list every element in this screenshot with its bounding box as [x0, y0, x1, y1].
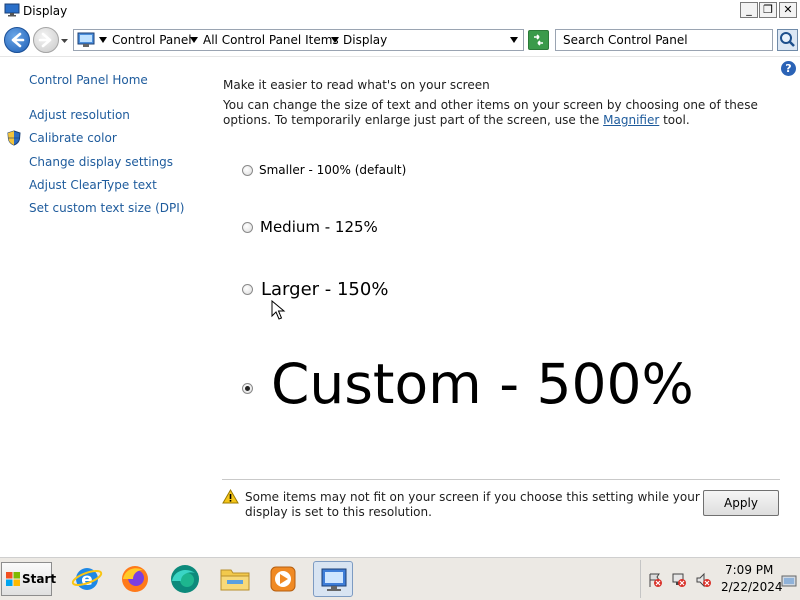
back-arrow-icon	[11, 32, 25, 48]
forward-button[interactable]	[33, 27, 59, 53]
search-input[interactable]	[556, 30, 772, 50]
option-label-larger[interactable]: Larger - 150%	[261, 279, 388, 300]
warning-icon	[222, 489, 239, 504]
page-description: You can change the size of text and othe…	[223, 98, 783, 128]
warning-message: Some items may not fit on your screen if…	[245, 490, 700, 519]
media-player-icon[interactable]	[263, 561, 303, 597]
edge-icon[interactable]	[165, 561, 205, 597]
radio-medium[interactable]	[242, 222, 253, 233]
title-bar: Display _ ❐ ✕	[0, 0, 800, 22]
option-label-medium[interactable]: Medium - 125%	[260, 218, 378, 236]
volume-icon[interactable]	[695, 572, 711, 588]
breadcrumb-separator-icon[interactable]	[331, 37, 339, 43]
search-box[interactable]	[555, 29, 773, 51]
firefox-icon[interactable]	[115, 561, 155, 597]
apply-button[interactable]: Apply	[703, 490, 779, 516]
internet-explorer-icon[interactable]: e	[67, 561, 107, 597]
uac-shield-icon	[7, 130, 21, 146]
start-label: Start	[22, 572, 57, 586]
close-button[interactable]: ✕	[779, 2, 797, 18]
sidebar-item-change-display-settings[interactable]: Change display settings	[29, 155, 173, 169]
sidebar-item-adjust-cleartype[interactable]: Adjust ClearType text	[29, 178, 157, 192]
clock-date[interactable]: 2/22/2024	[721, 580, 783, 594]
sidebar-item-custom-dpi[interactable]: Set custom text size (DPI)	[29, 201, 184, 215]
display-app-icon	[4, 3, 20, 17]
clock-time[interactable]: 7:09 PM	[725, 563, 773, 577]
radio-larger[interactable]	[242, 284, 253, 295]
address-bar[interactable]: Control Panel All Control Panel Items Di…	[73, 29, 524, 51]
radio-custom[interactable]	[242, 383, 253, 394]
recent-pages-dropdown-icon[interactable]	[60, 36, 69, 45]
minimize-button[interactable]: _	[740, 2, 758, 18]
mouse-pointer-icon	[271, 300, 286, 320]
show-desktop-icon[interactable]	[781, 574, 797, 590]
window-title: Display	[23, 4, 68, 18]
sidebar-item-adjust-resolution[interactable]: Adjust resolution	[29, 108, 130, 122]
back-button[interactable]	[4, 27, 30, 53]
search-button[interactable]	[777, 29, 798, 51]
network-icon[interactable]	[671, 572, 687, 588]
file-explorer-icon[interactable]	[215, 561, 255, 597]
section-divider	[222, 479, 780, 480]
description-text-end: tool.	[659, 113, 690, 127]
sidebar-item-calibrate-color[interactable]: Calibrate color	[29, 131, 117, 145]
help-button[interactable]: ?	[781, 61, 796, 76]
refresh-button[interactable]	[528, 30, 549, 50]
breadcrumb-display[interactable]: Display	[343, 33, 387, 47]
option-label-smaller[interactable]: Smaller - 100% (default)	[259, 163, 406, 177]
magnifier-link[interactable]: Magnifier	[603, 113, 659, 127]
maximize-button[interactable]: ❐	[759, 2, 777, 18]
control-panel-display-icon[interactable]	[313, 561, 353, 597]
search-icon	[780, 32, 795, 47]
control-panel-home-link[interactable]: Control Panel Home	[29, 73, 148, 87]
taskbar: Start e	[0, 557, 800, 600]
breadcrumb-separator-icon[interactable]	[99, 37, 107, 43]
control-panel-icon	[77, 32, 95, 47]
navigation-bar: Control Panel All Control Panel Items Di…	[0, 22, 800, 57]
windows-logo-icon	[6, 572, 20, 586]
breadcrumb-separator-icon[interactable]	[190, 37, 198, 43]
page-heading: Make it easier to read what's on your sc…	[223, 78, 490, 92]
option-label-custom[interactable]: Custom - 500%	[271, 349, 694, 419]
action-center-icon[interactable]	[647, 572, 663, 588]
radio-smaller[interactable]	[242, 165, 253, 176]
address-dropdown-icon[interactable]	[510, 37, 518, 43]
start-button[interactable]: Start	[1, 562, 56, 596]
refresh-icon	[534, 34, 543, 46]
breadcrumb-all-items[interactable]: All Control Panel Items	[203, 33, 339, 47]
left-task-panel: Control Panel Home Adjust resolution Cal…	[0, 57, 215, 557]
forward-arrow-icon	[38, 32, 52, 48]
breadcrumb-control-panel[interactable]: Control Panel	[112, 33, 192, 47]
